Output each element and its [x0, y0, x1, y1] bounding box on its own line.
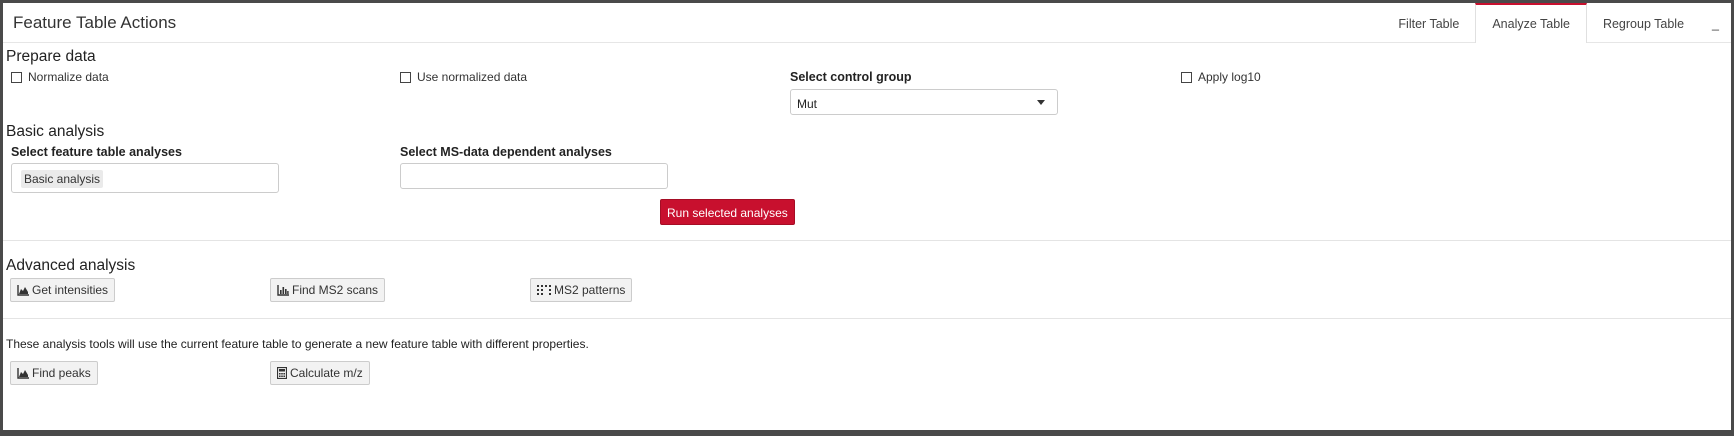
feature-table-analyses-label: Select feature table analyses	[11, 145, 182, 159]
normalize-data-checkbox[interactable]	[11, 71, 22, 83]
tab-regroup-table[interactable]: Regroup Table	[1587, 3, 1700, 42]
find-ms2-scans-label: Find MS2 scans	[292, 283, 379, 297]
apply-log-checkbox[interactable]	[1181, 71, 1192, 83]
use-normalized-option[interactable]: Use normalized data	[400, 70, 527, 84]
use-normalized-label: Use normalized data	[417, 70, 528, 84]
normalize-data-label: Normalize data	[28, 70, 109, 84]
panel-header: Feature Table Actions Filter Table Analy…	[3, 3, 1731, 43]
run-selected-analyses-button[interactable]: Run selected analyses	[660, 199, 795, 225]
get-intensities-button[interactable]: Get intensities	[10, 278, 116, 302]
apply-log-label: Apply log10	[1198, 70, 1261, 84]
bar-chart-icon	[277, 284, 289, 296]
area-chart-icon	[17, 284, 29, 296]
dots-grid-icon	[537, 284, 551, 295]
feature-table-actions-panel: Feature Table Actions Filter Table Analy…	[3, 3, 1731, 430]
area-chart-icon	[17, 367, 29, 379]
tab-bar: Filter Table Analyze Table Regroup Table…	[1382, 3, 1731, 43]
use-normalized-checkbox[interactable]	[400, 71, 411, 83]
tools-description: These analysis tools will use the curren…	[6, 337, 589, 351]
find-ms2-scans-button[interactable]: Find MS2 scans	[270, 278, 386, 302]
selected-analysis-chip[interactable]: Basic analysis	[21, 170, 104, 188]
minimize-button[interactable]: _	[1700, 3, 1731, 42]
calculate-mz-label: Calculate m/z	[290, 366, 363, 380]
get-intensities-label: Get intensities	[32, 283, 109, 297]
ms2-patterns-label: MS2 patterns	[554, 283, 626, 297]
ms-data-analyses-label: Select MS-data dependent analyses	[400, 145, 612, 159]
divider	[3, 318, 1731, 319]
apply-log-option[interactable]: Apply log10	[1181, 70, 1261, 84]
tab-analyze-table[interactable]: Analyze Table	[1475, 3, 1587, 43]
control-group-label: Select control group	[790, 70, 912, 84]
tab-filter-table[interactable]: Filter Table	[1382, 3, 1475, 42]
panel-title: Feature Table Actions	[13, 13, 177, 32]
ms2-patterns-button[interactable]: MS2 patterns	[530, 278, 633, 302]
calculate-mz-button[interactable]: Calculate m/z	[270, 361, 370, 385]
control-group-select[interactable]: Mut	[790, 89, 1058, 115]
prepare-data-title: Prepare data	[6, 48, 96, 65]
find-peaks-label: Find peaks	[32, 366, 91, 380]
ms-data-analyses-select[interactable]	[400, 163, 668, 189]
divider	[3, 240, 1731, 241]
find-peaks-button[interactable]: Find peaks	[10, 361, 98, 385]
calculator-icon	[277, 367, 287, 379]
normalize-data-option[interactable]: Normalize data	[11, 70, 109, 84]
feature-table-analyses-select[interactable]: Basic analysis	[11, 163, 279, 193]
chevron-down-icon	[1037, 100, 1045, 105]
advanced-analysis-title: Advanced analysis	[6, 257, 136, 274]
control-group-value: Mut	[797, 97, 818, 111]
basic-analysis-title: Basic analysis	[6, 123, 105, 140]
